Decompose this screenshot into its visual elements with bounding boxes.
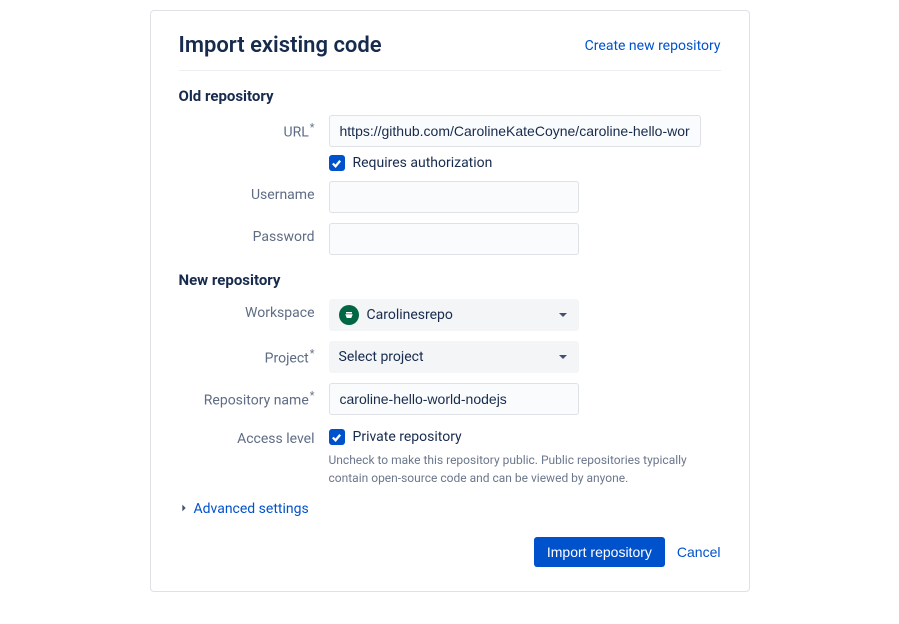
private-repository-help-text: Uncheck to make this repository public. … [329,451,689,487]
header: Import existing code Create new reposito… [179,33,721,71]
chevron-right-icon [179,501,189,517]
import-repository-button[interactable]: Import repository [534,537,665,567]
import-repository-card: Import existing code Create new reposito… [150,10,750,592]
url-input[interactable] [329,115,701,147]
project-select[interactable]: Select project [329,341,579,373]
password-row: Password [179,223,721,255]
username-row: Username [179,181,721,213]
page-title: Import existing code [179,33,382,58]
url-row: URL* Requires authorization [179,115,721,171]
create-new-repository-link[interactable]: Create new repository [585,38,721,54]
requires-authorization-checkbox[interactable] [329,155,345,171]
project-value: Select project [339,349,424,365]
repo-name-label: Repository name* [179,383,329,409]
cancel-button[interactable]: Cancel [677,544,721,560]
requires-authorization-label[interactable]: Requires authorization [353,155,493,171]
button-row: Import repository Cancel [179,537,721,567]
advanced-settings-toggle[interactable]: Advanced settings [179,501,721,517]
password-input[interactable] [329,223,579,255]
workspace-select[interactable]: Carolinesrepo [329,299,579,331]
access-level-label: Access level [179,425,329,447]
new-repository-section-title: New repository [179,271,721,289]
private-repository-checkbox[interactable] [329,429,345,445]
advanced-settings-label: Advanced settings [194,501,309,517]
url-label-text: URL [284,125,309,141]
chevron-down-icon [557,351,569,363]
username-label: Username [179,181,329,203]
password-label: Password [179,223,329,245]
workspace-avatar-icon [339,305,359,325]
repository-name-input[interactable] [329,383,579,415]
project-label: Project* [179,341,329,367]
chevron-down-icon [557,309,569,321]
private-repository-label[interactable]: Private repository [353,429,462,445]
repo-name-row: Repository name* [179,383,721,415]
repo-name-label-text: Repository name [204,393,309,409]
old-repository-section-title: Old repository [179,87,721,105]
project-label-text: Project [265,351,309,367]
url-label: URL* [179,115,329,141]
workspace-row: Workspace Carolinesrepo [179,299,721,331]
username-input[interactable] [329,181,579,213]
workspace-value: Carolinesrepo [367,307,453,323]
workspace-label: Workspace [179,299,329,321]
project-row: Project* Select project [179,341,721,373]
access-level-row: Access level Private repository Uncheck … [179,425,721,487]
